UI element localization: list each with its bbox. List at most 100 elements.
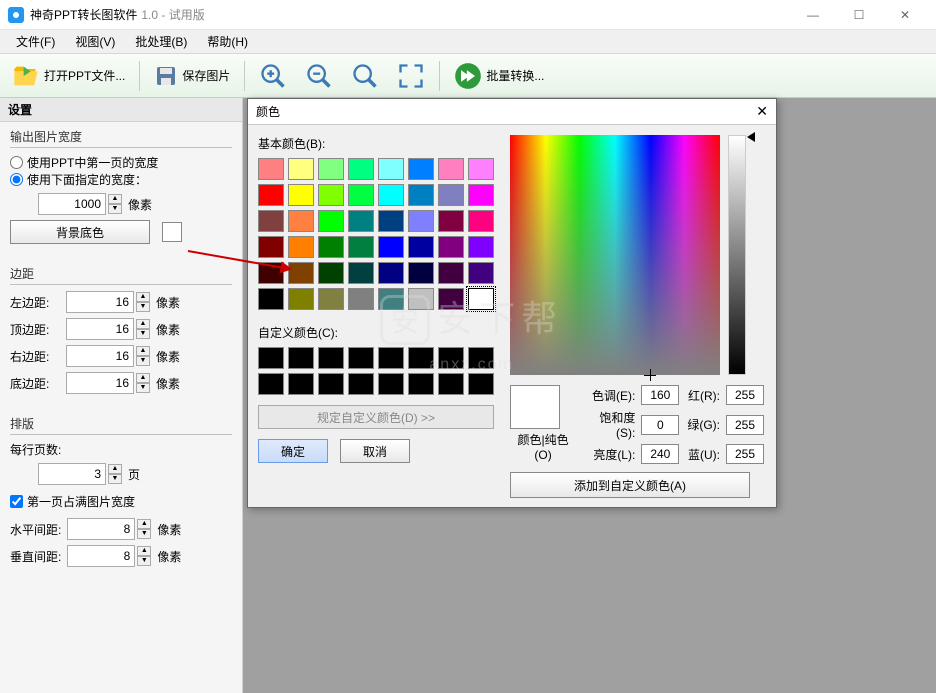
basic-swatch[interactable] bbox=[288, 210, 314, 232]
spin-up[interactable]: ▲ bbox=[108, 464, 122, 474]
zoom-in-button[interactable] bbox=[253, 60, 293, 92]
basic-swatch[interactable] bbox=[348, 236, 374, 258]
basic-swatch[interactable] bbox=[288, 158, 314, 180]
basic-swatch[interactable] bbox=[438, 210, 464, 232]
custom-swatch[interactable] bbox=[318, 373, 344, 395]
custom-swatch[interactable] bbox=[288, 373, 314, 395]
width-up[interactable]: ▲ bbox=[108, 194, 122, 204]
width-down[interactable]: ▼ bbox=[108, 204, 122, 214]
spin-up[interactable]: ▲ bbox=[137, 519, 151, 529]
basic-swatch[interactable] bbox=[438, 184, 464, 206]
basic-swatch[interactable] bbox=[468, 210, 494, 232]
basic-swatch[interactable] bbox=[318, 236, 344, 258]
custom-swatch[interactable] bbox=[378, 373, 404, 395]
basic-swatch[interactable] bbox=[258, 236, 284, 258]
sat-input[interactable] bbox=[641, 415, 679, 435]
basic-swatch[interactable] bbox=[378, 210, 404, 232]
spin-down[interactable]: ▼ bbox=[136, 383, 150, 393]
custom-swatch[interactable] bbox=[438, 373, 464, 395]
custom-swatch[interactable] bbox=[378, 347, 404, 369]
basic-swatch[interactable] bbox=[468, 288, 494, 310]
custom-swatch[interactable] bbox=[288, 347, 314, 369]
vgap-input[interactable] bbox=[67, 545, 135, 567]
custom-swatch[interactable] bbox=[408, 347, 434, 369]
menu-view[interactable]: 视图(V) bbox=[65, 30, 125, 53]
ok-button[interactable]: 确定 bbox=[258, 439, 328, 463]
basic-swatch[interactable] bbox=[408, 262, 434, 284]
spin-up[interactable]: ▲ bbox=[137, 546, 151, 556]
b-input[interactable] bbox=[726, 444, 764, 464]
minimize-button[interactable]: — bbox=[790, 0, 836, 30]
first-full-checkbox[interactable] bbox=[10, 495, 23, 508]
basic-swatch[interactable] bbox=[468, 262, 494, 284]
basic-swatch[interactable] bbox=[258, 210, 284, 232]
basic-swatch[interactable] bbox=[438, 288, 464, 310]
per-row-input[interactable] bbox=[38, 463, 106, 485]
spin-down[interactable]: ▼ bbox=[137, 556, 151, 566]
color-spectrum[interactable] bbox=[510, 135, 720, 375]
right-margin-input[interactable] bbox=[66, 345, 134, 367]
use-ppt-width-radio[interactable] bbox=[10, 156, 23, 169]
custom-swatch[interactable] bbox=[348, 373, 374, 395]
basic-swatch[interactable] bbox=[258, 288, 284, 310]
custom-swatch[interactable] bbox=[258, 347, 284, 369]
custom-swatch[interactable] bbox=[258, 373, 284, 395]
batch-convert-button[interactable]: 批量转换... bbox=[448, 60, 550, 92]
basic-swatch[interactable] bbox=[378, 184, 404, 206]
hue-input[interactable] bbox=[641, 385, 679, 405]
open-ppt-button[interactable]: 打开PPT文件... bbox=[6, 60, 131, 92]
basic-swatch[interactable] bbox=[318, 184, 344, 206]
fullscreen-button[interactable] bbox=[391, 60, 431, 92]
basic-swatch[interactable] bbox=[258, 158, 284, 180]
basic-swatch[interactable] bbox=[408, 288, 434, 310]
custom-swatch[interactable] bbox=[438, 347, 464, 369]
basic-swatch[interactable] bbox=[318, 158, 344, 180]
custom-swatch[interactable] bbox=[468, 373, 494, 395]
spin-up[interactable]: ▲ bbox=[136, 319, 150, 329]
basic-swatch[interactable] bbox=[318, 262, 344, 284]
basic-swatch[interactable] bbox=[468, 158, 494, 180]
hgap-input[interactable] bbox=[67, 518, 135, 540]
lum-input[interactable] bbox=[641, 444, 679, 464]
basic-swatch[interactable] bbox=[348, 210, 374, 232]
basic-swatch[interactable] bbox=[288, 288, 314, 310]
basic-swatch[interactable] bbox=[408, 210, 434, 232]
bg-color-button[interactable]: 背景底色 bbox=[10, 220, 150, 244]
basic-swatch[interactable] bbox=[438, 262, 464, 284]
basic-swatch[interactable] bbox=[408, 184, 434, 206]
basic-swatch[interactable] bbox=[288, 184, 314, 206]
basic-swatch[interactable] bbox=[468, 184, 494, 206]
basic-swatch[interactable] bbox=[378, 158, 404, 180]
left-margin-input[interactable] bbox=[66, 291, 134, 313]
basic-swatch[interactable] bbox=[348, 184, 374, 206]
basic-swatch[interactable] bbox=[468, 236, 494, 258]
custom-swatch[interactable] bbox=[468, 347, 494, 369]
spin-up[interactable]: ▲ bbox=[136, 292, 150, 302]
width-input[interactable] bbox=[38, 193, 106, 215]
spin-down[interactable]: ▼ bbox=[136, 356, 150, 366]
color-dialog-close[interactable]: ✕ bbox=[756, 103, 768, 120]
custom-swatch[interactable] bbox=[408, 373, 434, 395]
spin-down[interactable]: ▼ bbox=[136, 329, 150, 339]
basic-swatch[interactable] bbox=[408, 158, 434, 180]
basic-swatch[interactable] bbox=[318, 210, 344, 232]
close-button[interactable]: ✕ bbox=[882, 0, 928, 30]
maximize-button[interactable]: ☐ bbox=[836, 0, 882, 30]
r-input[interactable] bbox=[726, 385, 764, 405]
custom-swatch[interactable] bbox=[348, 347, 374, 369]
menu-file[interactable]: 文件(F) bbox=[6, 30, 65, 53]
basic-swatch[interactable] bbox=[378, 288, 404, 310]
spin-down[interactable]: ▼ bbox=[108, 474, 122, 484]
use-custom-width-radio[interactable] bbox=[10, 173, 23, 186]
basic-swatch[interactable] bbox=[378, 262, 404, 284]
basic-swatch[interactable] bbox=[378, 236, 404, 258]
cancel-button[interactable]: 取消 bbox=[340, 439, 410, 463]
menu-help[interactable]: 帮助(H) bbox=[197, 30, 258, 53]
g-input[interactable] bbox=[726, 415, 764, 435]
spin-up[interactable]: ▲ bbox=[136, 373, 150, 383]
spin-up[interactable]: ▲ bbox=[136, 346, 150, 356]
menu-batch[interactable]: 批处理(B) bbox=[125, 30, 197, 53]
save-image-button[interactable]: 保存图片 bbox=[148, 62, 236, 90]
basic-swatch[interactable] bbox=[348, 288, 374, 310]
spin-down[interactable]: ▼ bbox=[137, 529, 151, 539]
